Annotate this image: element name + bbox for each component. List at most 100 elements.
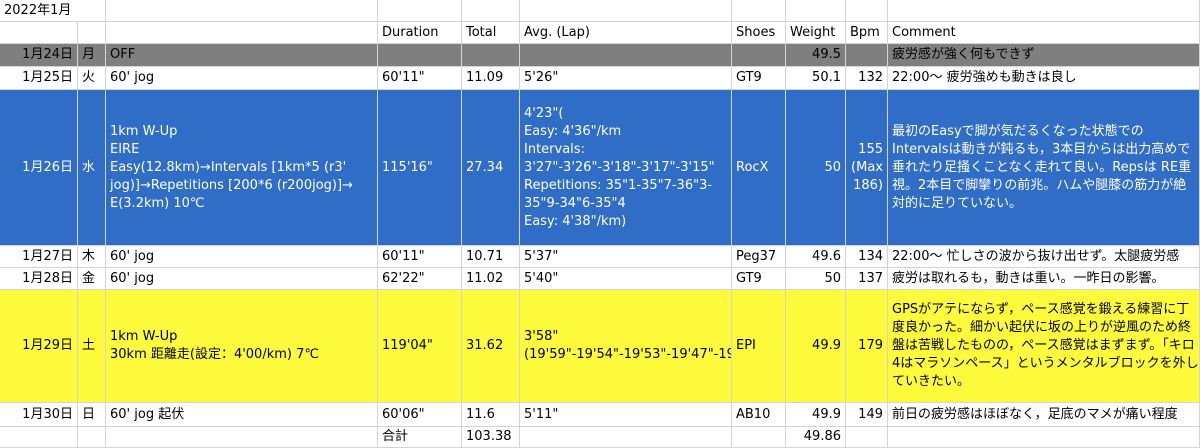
empty-cell[interactable]	[0, 427, 78, 448]
cell-total[interactable]: 31.62	[462, 290, 520, 403]
cell-avg[interactable]	[520, 44, 732, 67]
empty-cell[interactable]	[888, 0, 1200, 22]
cell-shoes[interactable]: EPI	[732, 290, 786, 403]
cell-date[interactable]: 1月24日	[0, 44, 78, 67]
cell-menu[interactable]: 60' jog	[106, 246, 378, 268]
cell-comment[interactable]: 22:00～ 忙しさの波から抜け出せず。太腿疲労感	[888, 246, 1200, 268]
cell-dow[interactable]: 日	[78, 403, 106, 427]
cell-bpm[interactable]: 132	[846, 67, 888, 90]
cell-avg[interactable]: 5'37"	[520, 246, 732, 268]
cell-menu[interactable]: 1km W-Up 30km 距離走(設定：4'00/km) 7℃	[106, 290, 378, 403]
cell-avg[interactable]: 5'26"	[520, 67, 732, 90]
header-duration[interactable]: Duration	[378, 22, 462, 44]
cell-date[interactable]: 1月26日	[0, 90, 78, 246]
empty-cell[interactable]	[78, 427, 106, 448]
empty-cell[interactable]	[786, 0, 846, 22]
summary-label[interactable]: 合計	[378, 427, 462, 448]
cell-date[interactable]: 1月30日	[0, 403, 78, 427]
cell-menu[interactable]: 1km W-Up EIRE Easy(12.8km)→Intervals [1k…	[106, 90, 378, 246]
cell-duration[interactable]: 62'22"	[378, 268, 462, 290]
cell-comment[interactable]: 疲労感が強く何もできず	[888, 44, 1200, 67]
cell-date[interactable]: 1月27日	[0, 246, 78, 268]
empty-cell[interactable]	[106, 22, 378, 44]
summary-weight[interactable]: 49.86	[786, 427, 846, 448]
cell-bpm[interactable]: 134	[846, 246, 888, 268]
cell-date[interactable]: 1月29日	[0, 290, 78, 403]
header-total[interactable]: Total	[462, 22, 520, 44]
empty-cell[interactable]	[106, 0, 378, 22]
empty-cell[interactable]	[846, 427, 888, 448]
cell-weight[interactable]: 49.5	[786, 44, 846, 67]
cell-bpm[interactable]: 149	[846, 403, 888, 427]
cell-dow[interactable]: 月	[78, 44, 106, 67]
cell-avg[interactable]: 3'58"(19'59"-19'54"-19'53"-19'47"-19'43"…	[520, 290, 732, 403]
empty-cell[interactable]	[462, 0, 520, 22]
cell-total[interactable]	[462, 44, 520, 67]
cell-duration[interactable]: 60'11"	[378, 246, 462, 268]
cell-shoes[interactable]: RocX	[732, 90, 786, 246]
empty-cell[interactable]	[846, 0, 888, 22]
cell-comment[interactable]: GPSがアテにならず，ペース感覚を鍛える練習に丁度良かった。細かい起伏に坂の上り…	[888, 290, 1200, 403]
cell-total[interactable]: 27.34	[462, 90, 520, 246]
cell-duration[interactable]	[378, 44, 462, 67]
cell-weight[interactable]: 49.9	[786, 290, 846, 403]
cell-dow[interactable]: 木	[78, 246, 106, 268]
cell-dow[interactable]: 火	[78, 67, 106, 90]
cell-duration[interactable]: 119'04"	[378, 290, 462, 403]
header-comment[interactable]: Comment	[888, 22, 1200, 44]
empty-cell[interactable]	[78, 22, 106, 44]
empty-cell[interactable]	[732, 0, 786, 22]
cell-date-text: 1月26日	[22, 159, 73, 175]
empty-cell[interactable]	[732, 427, 786, 448]
cell-menu[interactable]: 60' jog 起伏	[106, 403, 378, 427]
cell-menu[interactable]: OFF	[106, 44, 378, 67]
header-shoes[interactable]: Shoes	[732, 22, 786, 44]
cell-dow[interactable]: 土	[78, 290, 106, 403]
empty-cell[interactable]	[0, 22, 78, 44]
cell-duration[interactable]: 115'16"	[378, 90, 462, 246]
cell-weight[interactable]: 50.1	[786, 67, 846, 90]
cell-dow[interactable]: 水	[78, 90, 106, 246]
cell-total[interactable]: 11.6	[462, 403, 520, 427]
cell-total[interactable]: 11.09	[462, 67, 520, 90]
header-avg[interactable]: Avg. (Lap)	[520, 22, 732, 44]
summary-total[interactable]: 103.38	[462, 427, 520, 448]
cell-date[interactable]: 1月28日	[0, 268, 78, 290]
cell-comment[interactable]: 22:00～ 疲労強めも動きは良し	[888, 67, 1200, 90]
cell-weight[interactable]: 49.6	[786, 246, 846, 268]
empty-cell[interactable]	[106, 427, 378, 448]
header-weight[interactable]: Weight	[786, 22, 846, 44]
cell-comment[interactable]: 前日の疲労感はほぼなく，足底のマメが痛い程度	[888, 403, 1200, 427]
cell-avg[interactable]: 5'11"	[520, 403, 732, 427]
cell-bpm[interactable]: 137	[846, 268, 888, 290]
cell-date[interactable]: 1月25日	[0, 67, 78, 90]
cell-menu[interactable]: 60' jog	[106, 67, 378, 90]
cell-bpm[interactable]: 179	[846, 290, 888, 403]
empty-cell[interactable]	[888, 427, 1200, 448]
cell-avg[interactable]: 5'40"	[520, 268, 732, 290]
cell-avg[interactable]: 4'23"( Easy: 4'36"/km Intervals: 3'27"-3…	[520, 90, 732, 246]
cell-shoes[interactable]: Peg37	[732, 246, 786, 268]
cell-dow[interactable]: 金	[78, 268, 106, 290]
cell-weight[interactable]: 50	[786, 268, 846, 290]
cell-duration[interactable]: 60'06"	[378, 403, 462, 427]
cell-comment[interactable]: 最初のEasyで脚が気だるくなった状態でのIntervalsは動きが鈍るも，3本…	[888, 90, 1200, 246]
empty-cell[interactable]	[378, 0, 462, 22]
cell-total[interactable]: 11.02	[462, 268, 520, 290]
sheet-title-cell[interactable]: 2022年1月	[0, 0, 106, 22]
empty-cell[interactable]	[520, 0, 732, 22]
cell-shoes[interactable]: AB10	[732, 403, 786, 427]
cell-shoes[interactable]: GT9	[732, 268, 786, 290]
cell-total[interactable]: 10.71	[462, 246, 520, 268]
cell-comment[interactable]: 疲労は取れるも，動きは重い。一昨日の影響。	[888, 268, 1200, 290]
cell-bpm[interactable]: 155 (Max 186)	[846, 90, 888, 246]
cell-weight[interactable]: 49.9	[786, 403, 846, 427]
cell-menu[interactable]: 60' jog	[106, 268, 378, 290]
cell-shoes[interactable]	[732, 44, 786, 67]
cell-shoes[interactable]: GT9	[732, 67, 786, 90]
cell-duration[interactable]: 60'11"	[378, 67, 462, 90]
cell-bpm[interactable]	[846, 44, 888, 67]
header-bpm[interactable]: Bpm	[846, 22, 888, 44]
cell-weight[interactable]: 50	[786, 90, 846, 246]
empty-cell[interactable]	[520, 427, 732, 448]
